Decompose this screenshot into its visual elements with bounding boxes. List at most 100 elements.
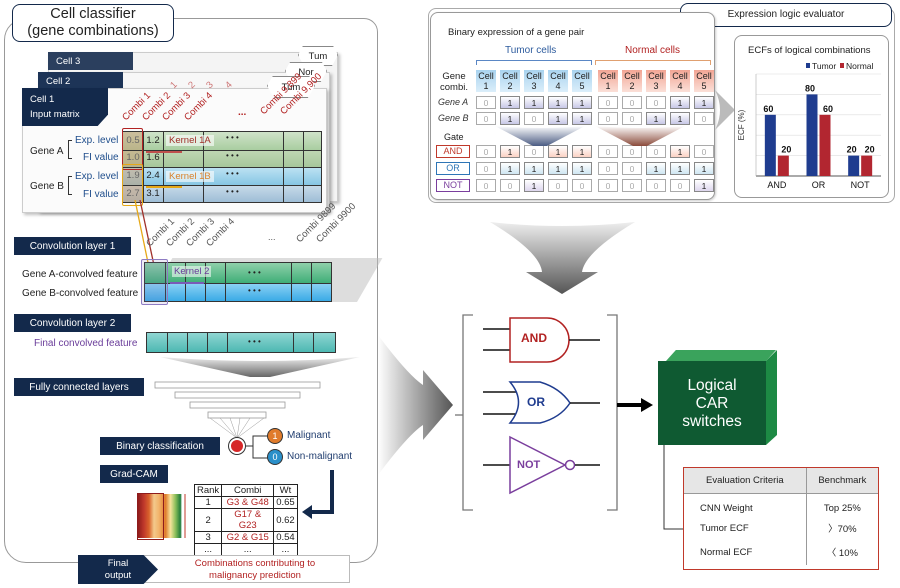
cell-header-tumor-2: Cell 2 <box>500 70 520 92</box>
conv2-grid <box>146 332 336 353</box>
cell-header-tumor-4: Cell 4 <box>548 70 568 92</box>
binary-cell: 0 <box>670 179 690 192</box>
criteria-cell: CNN Weight <box>684 493 807 517</box>
bar-normal-and <box>777 155 789 176</box>
ellipsis: • • • <box>226 151 239 160</box>
header-wt: Wt <box>273 484 298 497</box>
cell-header-number: 3 <box>531 81 537 91</box>
table-row: ... ... ... <box>193 543 298 556</box>
binary-cell: 0 <box>694 145 714 158</box>
cell-header-number: 2 <box>629 81 635 91</box>
cell-header-text: Cell <box>672 71 688 81</box>
data-label: 80 <box>805 83 815 93</box>
malignant-label: Malignant <box>287 430 331 441</box>
combi-cell: G3 & G48 <box>221 496 275 509</box>
cell-header-text: Cell <box>502 71 518 81</box>
cell-header-tumor-3: Cell 3 <box>524 70 544 92</box>
binary-cell: 0 <box>646 96 666 109</box>
data-label: 20 <box>847 145 857 155</box>
bar-tumor-not <box>848 155 860 176</box>
binary-cell: 0 <box>476 112 496 125</box>
and-gate-label: AND <box>521 331 547 345</box>
cell-header-text: Cell <box>624 71 640 81</box>
cell-header-number: 1 <box>483 81 489 91</box>
binary-cell: 0 <box>646 179 666 192</box>
combi-cell: ... <box>221 543 275 556</box>
cell-1-label: Cell 1 Input matrix <box>22 88 108 126</box>
header-criteria: Evaluation Criteria <box>684 468 807 494</box>
criteria-cell: Normal ECF <box>684 539 807 565</box>
rank-cell: 2 <box>193 508 223 532</box>
gene-a-label: Gene A <box>30 146 64 157</box>
gate-label-not: NOT <box>436 179 470 192</box>
final-output-line-2: output <box>104 570 132 581</box>
benchmark-cell: 〈 10% <box>826 548 858 559</box>
gene-a-bracket <box>68 140 72 159</box>
chart-title: ECFs of logical combinations <box>748 45 871 56</box>
or-gate-label: OR <box>527 395 545 409</box>
cell-3-label: Cell 3 <box>48 52 133 70</box>
arrow-to-car-icon <box>617 398 653 412</box>
data-label: 60 <box>763 104 773 114</box>
grad-cam-highlight <box>137 493 164 540</box>
x-tick-label: NOT <box>851 180 871 190</box>
final-output-label: Final output <box>78 555 158 584</box>
bar-tumor-or <box>806 94 818 176</box>
gene-combi-line-1: Gene <box>442 71 466 82</box>
x-tick-label: OR <box>812 180 826 190</box>
matrix-value: 3.1 <box>146 188 160 199</box>
binary-cell: 0 <box>476 179 496 192</box>
header-combi: Combi <box>221 484 275 497</box>
exp-level-label: Exp. level <box>75 171 119 182</box>
cell-header-number: 4 <box>677 81 683 91</box>
binary-cell: 0 <box>548 179 568 192</box>
table-header-row: Evaluation Criteria Benchmark <box>684 468 878 494</box>
ellipsis: • • • <box>248 337 261 346</box>
data-label: 20 <box>781 145 791 155</box>
kernel-2-label: Kernel 2 <box>172 266 212 277</box>
combi-cell: G2 & G15 <box>221 531 275 544</box>
ellipsis: • • • <box>226 187 239 196</box>
gene-b-row-label: Gene B <box>438 113 469 123</box>
table-row: Normal ECF 〈 10% <box>684 539 878 565</box>
final-output-text: Combinations contributing to malignancy … <box>165 558 345 582</box>
column-ellipsis: ... <box>238 107 247 118</box>
table-row: 3 G2 & G15 0.54 <box>193 531 298 544</box>
cell-header-number: 4 <box>555 81 561 91</box>
cell-header-number: 5 <box>579 81 585 91</box>
cell-header-text: Cell <box>550 71 566 81</box>
legend-swatch-normal <box>840 63 844 68</box>
x-tick-label: AND <box>767 180 787 190</box>
cell-header-number: 2 <box>507 81 513 91</box>
evaluation-criteria-table: Evaluation Criteria Benchmark CNN Weight… <box>683 467 879 570</box>
cell-header-text: Cell <box>600 71 616 81</box>
cell-header-normal-2: Cell 2 <box>622 70 642 92</box>
legend-swatch-tumor <box>806 63 810 68</box>
binary-cell: 1 <box>548 96 568 109</box>
cell-header-text: Cell <box>526 71 542 81</box>
title-line-1: Cell classifier <box>50 6 136 22</box>
gene-b-label: Gene B <box>30 181 64 192</box>
bar-normal-not <box>861 155 873 176</box>
cell-header-normal-3: Cell 3 <box>646 70 666 92</box>
benchmark-cell: Top 25% <box>823 502 861 514</box>
fi-value-label: FI value <box>83 189 119 200</box>
binary-cell: 0 <box>622 162 642 175</box>
table-row: CNN Weight Top 25% <box>684 493 878 517</box>
criteria-cell: Tumor ECF <box>684 517 807 539</box>
binary-cell: 1 <box>572 112 592 125</box>
funnel-arrow-icon <box>160 357 360 377</box>
data-label: 60 <box>823 104 833 114</box>
matrix-value: 2.4 <box>146 170 160 181</box>
rank-cell: 3 <box>193 531 223 544</box>
fi-value-label: FI value <box>83 152 119 163</box>
binary-cell: 1 <box>694 96 714 109</box>
conv-layer-2-label: Convolution layer 2 <box>14 314 131 332</box>
binary-cell: 0 <box>500 179 520 192</box>
final-output-text-2: malignancy prediction <box>209 570 301 581</box>
legend-label-normal: Normal <box>846 61 874 71</box>
binary-cell: 1 <box>524 179 544 192</box>
cell-classifier-title: Cell classifier (gene combinations) <box>12 4 174 42</box>
conv-layer-1-label: Convolution layer 1 <box>14 237 131 255</box>
rank-cell: 1 <box>193 496 223 509</box>
